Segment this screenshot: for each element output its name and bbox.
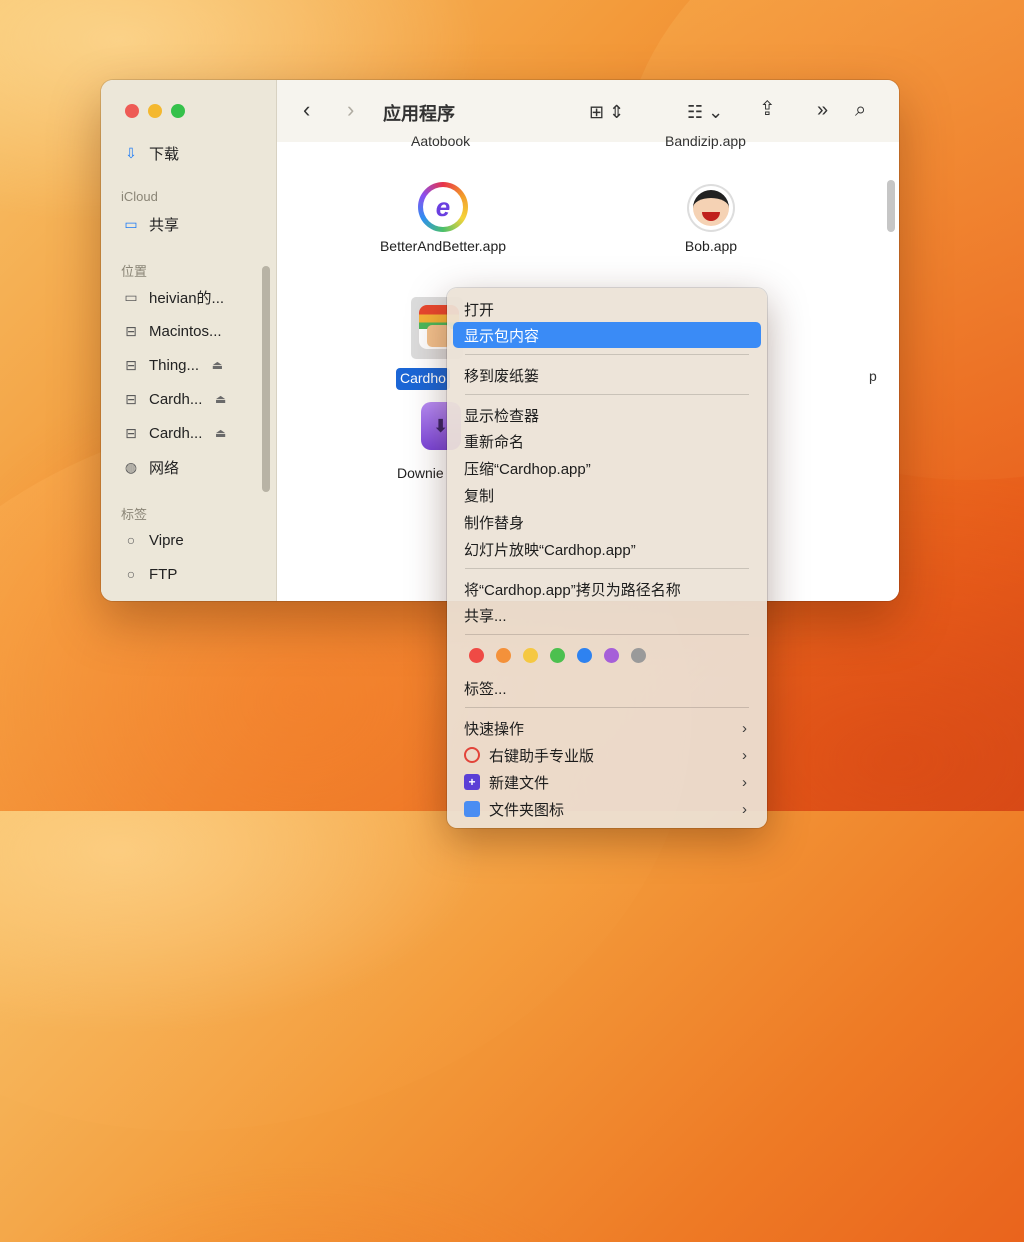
tag-gray[interactable]	[631, 648, 646, 663]
menu-item-copy-path[interactable]: 将“Cardhop.app”拷贝为路径名称	[453, 576, 761, 602]
menu-separator	[465, 394, 749, 395]
tag-green[interactable]	[550, 648, 565, 663]
sidebar-item-tag-ftp[interactable]: ○ FTP	[121, 563, 178, 585]
sidebar-item-downloads[interactable]: ⇩ 下载	[121, 142, 179, 164]
sidebar: ⇩ 下载 iCloud ▭ 共享 位置 ▭ heivian的... ⊟ Maci…	[101, 80, 277, 601]
chevron-right-icon: ›	[742, 800, 747, 818]
sidebar-header-icloud: iCloud	[121, 189, 158, 204]
sidebar-item-location-1[interactable]: ▭ heivian的...	[121, 286, 224, 308]
sidebar-item-tag-vipre[interactable]: ○ Vipre	[121, 529, 184, 551]
menu-item-open[interactable]: 打开	[453, 296, 761, 322]
tag-orange[interactable]	[496, 648, 511, 663]
eject-icon[interactable]: ⏏	[212, 358, 223, 372]
new-file-icon: +	[464, 774, 480, 790]
folder-icon	[464, 801, 480, 817]
menu-item-alias[interactable]: 制作替身	[453, 509, 761, 535]
forward-button[interactable]: ›	[347, 98, 354, 122]
tag-purple[interactable]	[604, 648, 619, 663]
eject-icon[interactable]: ⏏	[215, 426, 226, 440]
tag-circle-icon: ○	[126, 532, 136, 548]
back-button[interactable]: ‹	[303, 98, 310, 122]
menu-separator	[465, 354, 749, 355]
bob-app-icon	[687, 184, 735, 232]
chevron-right-icon: ›	[742, 719, 747, 737]
sidebar-item-location-4[interactable]: ⊟ Cardh... ⏏	[121, 388, 226, 410]
sidebar-item-shared[interactable]: ▭ 共享	[121, 213, 179, 235]
menu-item-share[interactable]: 共享...	[453, 602, 761, 628]
group-button[interactable]: ☷ ⌄	[687, 100, 723, 124]
file-item-cardhop-label[interactable]: Cardho	[396, 368, 450, 390]
shared-folder-icon: ▭	[124, 215, 138, 232]
menu-item-trash[interactable]: 移到废纸篓	[453, 362, 761, 388]
zoom-button[interactable]	[171, 104, 185, 118]
sidebar-item-location-2[interactable]: ⊟ Macintos...	[121, 320, 221, 342]
laptop-icon: ▭	[124, 288, 138, 305]
file-label-cut: Bandizip.app	[665, 133, 746, 149]
share-icon[interactable]: ⇪	[759, 97, 776, 121]
menu-item-duplicate[interactable]: 复制	[453, 482, 761, 508]
menu-separator	[465, 568, 749, 569]
globe-icon: ◍	[124, 458, 138, 475]
menu-item-new-file[interactable]: + 新建文件 ›	[453, 769, 761, 795]
file-label-cut: Aatobook	[411, 133, 471, 149]
tag-circle-icon: ○	[126, 566, 136, 582]
drive-icon: ⊟	[125, 356, 137, 373]
sidebar-item-network[interactable]: ◍ 网络	[121, 456, 179, 478]
search-icon[interactable]: ⌕	[855, 98, 866, 122]
eject-icon[interactable]: ⏏	[215, 392, 226, 406]
sidebar-header-tags: 标签	[121, 507, 148, 522]
menu-item-right-click-pro[interactable]: 右键助手专业版 ›	[453, 742, 761, 768]
chevron-right-icon: ›	[742, 773, 747, 791]
menu-item-tags[interactable]: 标签...	[453, 675, 761, 701]
minimize-button[interactable]	[148, 104, 162, 118]
sidebar-item-location-5[interactable]: ⊟ Cardh... ⏏	[121, 422, 226, 444]
menu-separator	[465, 707, 749, 708]
betterandbetter-app-icon: e	[418, 182, 468, 232]
icon-view-button[interactable]: ⊞ ⇕	[589, 100, 624, 124]
sidebar-header-locations: 位置	[121, 264, 148, 279]
content-scrollbar[interactable]	[887, 180, 895, 232]
tag-red[interactable]	[469, 648, 484, 663]
file-label-cut: p	[869, 368, 877, 384]
file-item-downie-label[interactable]: Downie	[397, 465, 444, 481]
window-title: 应用程序	[383, 104, 455, 124]
toolbar: ‹ › 应用程序 ⊞ ⇕ ☷ ⌄ ⇪ » ⌕	[277, 80, 899, 143]
menu-item-rename[interactable]: 重新命名	[453, 428, 761, 454]
tag-blue[interactable]	[577, 648, 592, 663]
file-item-bob[interactable]: Bob.app	[651, 184, 771, 254]
close-button[interactable]	[125, 104, 139, 118]
menu-item-quick-actions[interactable]: 快速操作 ›	[453, 715, 761, 741]
file-item-betterandbetter[interactable]: e BetterAndBetter.app	[373, 182, 513, 254]
menu-item-show-package[interactable]: 显示包内容	[453, 322, 761, 348]
tag-color-picker	[469, 648, 646, 663]
menu-item-folder-icon[interactable]: 文件夹图标 ›	[453, 796, 761, 822]
sidebar-item-location-3[interactable]: ⊟ Thing... ⏏	[121, 354, 223, 376]
menu-item-inspector[interactable]: 显示检查器	[453, 402, 761, 428]
chevron-right-icon: ›	[742, 746, 747, 764]
window-controls	[125, 104, 185, 118]
drive-icon: ⊟	[125, 322, 137, 339]
more-toolbar-icon[interactable]: »	[817, 98, 828, 122]
context-menu: 打开 显示包内容 移到废纸篓 显示检查器 重新命名 压缩“Cardhop.app…	[447, 288, 767, 828]
drive-icon: ⊟	[125, 424, 137, 441]
menu-separator	[465, 634, 749, 635]
menu-item-compress[interactable]: 压缩“Cardhop.app”	[453, 455, 761, 481]
tag-yellow[interactable]	[523, 648, 538, 663]
sidebar-scrollbar[interactable]	[262, 266, 270, 492]
drive-icon: ⊟	[125, 390, 137, 407]
download-icon: ⇩	[125, 144, 137, 161]
right-click-helper-icon	[464, 747, 480, 763]
menu-item-slideshow[interactable]: 幻灯片放映“Cardhop.app”	[453, 536, 761, 562]
